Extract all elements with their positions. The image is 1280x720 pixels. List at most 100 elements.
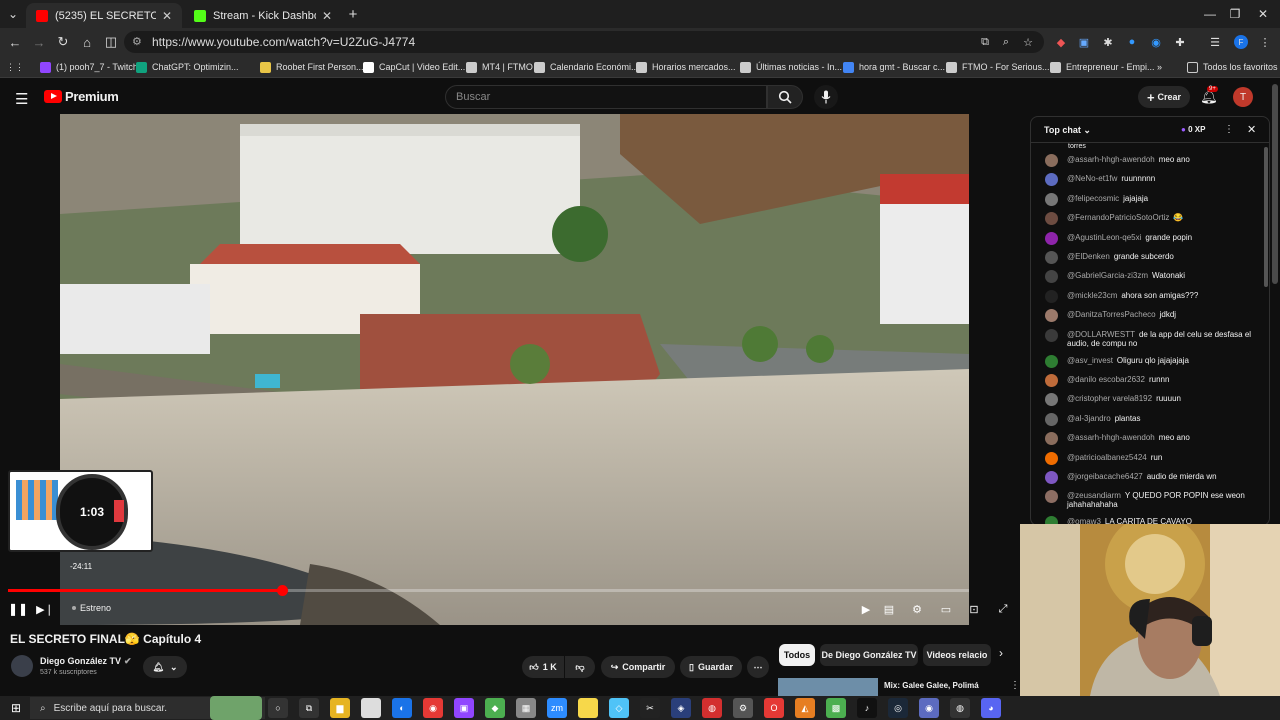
voice-search-button[interactable] (814, 85, 838, 109)
install-app-icon[interactable]: ⧉ (974, 31, 996, 53)
widgets-icon[interactable]: ⧉ (299, 698, 319, 718)
tiktok-icon[interactable]: ♪ (857, 698, 877, 718)
chat-message[interactable]: @DOLLARWESTT de la app del celu se desfas… (1045, 328, 1260, 348)
chat-message[interactable]: @GabrielGarcia-zi3zm Watonaki (1045, 270, 1260, 289)
all-bookmarks[interactable]: Todos los favoritos (1187, 57, 1278, 77)
close-tab-icon[interactable]: ✕ (162, 9, 172, 23)
app-icon[interactable]: ▦ (516, 698, 536, 718)
home-icon[interactable]: ⌂ (75, 28, 99, 56)
rec-tab-all[interactable]: Todos (779, 644, 815, 666)
pause-icon[interactable]: ❚❚ (8, 599, 28, 619)
discord-icon[interactable]: ◕ (981, 698, 1001, 718)
app-icon[interactable]: ◈ (671, 698, 691, 718)
bookmark-star-icon[interactable]: ☆ (1017, 31, 1039, 53)
settings-icon[interactable]: ⚙ (733, 698, 753, 718)
back-icon[interactable]: ← (3, 28, 27, 56)
chat-message[interactable]: @assarh-hhgh-awendoh meo ano (1045, 154, 1260, 173)
chat-message[interactable]: @zeusandiarm Y QUEDO POR POPIN ese weon j… (1045, 490, 1260, 509)
autoplay-icon[interactable]: ▶ (858, 599, 874, 619)
extension-icon[interactable]: ◆ (1050, 31, 1072, 53)
extension-icon[interactable]: ✱ (1097, 31, 1119, 53)
zoom-icon[interactable]: zm (547, 698, 567, 718)
rec-thumbnail[interactable] (778, 678, 878, 696)
task-view-icon[interactable]: ○ (268, 698, 288, 718)
opera-icon[interactable]: O (764, 698, 784, 718)
bookmark-item[interactable]: Roobet First Person... (260, 57, 364, 77)
chat-message[interactable]: @felipecosmic jajajaja (1045, 192, 1260, 212)
chat-close-icon[interactable]: ✕ (1247, 123, 1256, 136)
youtube-logo[interactable]: Premium (44, 89, 119, 104)
chat-message[interactable]: @patricioalbanez5424 run (1045, 451, 1260, 471)
bookmark-item[interactable]: Horarios mercados... (636, 57, 736, 77)
video-player[interactable] (60, 114, 969, 625)
bookmark-item[interactable]: ChatGPT: Optimizin... (136, 57, 239, 77)
chat-message[interactable]: @mickle23cm ahora son amigas??? (1045, 289, 1260, 309)
search-input[interactable]: Buscar (445, 85, 767, 109)
channel-name[interactable]: Diego González TV ✔︎ (40, 656, 132, 667)
miniplayer-icon[interactable]: ▭ (938, 599, 954, 619)
zoom-icon[interactable]: ⌕ (995, 31, 1017, 53)
bookmark-item[interactable]: (1) pooh7_7 - Twitch (40, 57, 138, 77)
subtitles-icon[interactable]: ▤ (881, 599, 897, 619)
tab-youtube[interactable]: (5235) EL SECRETO FINAL🫣 Cap ✕ (26, 3, 182, 28)
cast-icon[interactable]: ⊡ (966, 599, 982, 619)
chat-message[interactable]: @DanitzaTorresPacheco jdkdj (1045, 309, 1260, 328)
extension-icon[interactable]: ◉ (1145, 31, 1167, 53)
save-button[interactable]: ▯ Guardar (680, 656, 742, 678)
app-icon[interactable]: ◭ (795, 698, 815, 718)
chat-message[interactable]: @cristopher varela8192 ruuuun (1045, 393, 1260, 412)
chevron-right-icon[interactable]: › (999, 646, 1003, 660)
dislike-button[interactable]: 👎︎ (565, 656, 595, 678)
create-button[interactable]: + Crear (1138, 86, 1190, 108)
steam-icon[interactable]: ◎ (888, 698, 908, 718)
twitch-icon[interactable]: ▣ (454, 698, 474, 718)
app-icon[interactable]: ◇ (609, 698, 629, 718)
tab-kick[interactable]: Stream - Kick Dashboard ✕ (184, 3, 342, 28)
more-actions-icon[interactable]: ⋯ (747, 656, 769, 678)
bookmark-item[interactable]: Últimas noticias - In... (740, 57, 842, 77)
translate-extension-icon[interactable]: ▣ (1073, 31, 1095, 53)
browser-menu-icon[interactable]: ⋮ (1254, 31, 1276, 53)
split-view-icon[interactable]: ◫ (99, 28, 123, 56)
chat-message[interactable]: @jorgeibacache6427 audio de mierda wn (1045, 471, 1260, 490)
fullscreen-icon[interactable]: ⤢ (995, 599, 1011, 619)
file-explorer-icon[interactable]: ▆ (330, 698, 350, 718)
chat-message[interactable]: @NeNo-et1fw ruunnnnn (1045, 173, 1260, 192)
sticky-notes-icon[interactable] (578, 698, 598, 718)
bookmark-item[interactable]: Calendario Económi... (534, 57, 639, 77)
chat-message[interactable]: @danilo escobar2632 runnn (1045, 374, 1260, 393)
progress-scrubber[interactable] (276, 585, 288, 596)
profile-avatar[interactable]: F (1230, 31, 1252, 53)
rec-tab-related[interactable]: Videos relacio (923, 644, 991, 666)
rec-more-icon[interactable]: ⋮ (1010, 680, 1020, 691)
channel-avatar[interactable] (11, 655, 33, 677)
minecraft-icon[interactable]: ▩ (826, 698, 846, 718)
reload-icon[interactable]: ↻ (51, 28, 75, 56)
search-button[interactable] (767, 85, 803, 109)
chat-message[interactable]: @al-3jandro plantas (1045, 412, 1260, 432)
xp-badge[interactable]: ● 0 XP (1181, 125, 1205, 134)
address-bar[interactable]: ⚙ https://www.youtube.com/watch?v=U2ZuG-… (124, 31, 1044, 53)
chat-message[interactable]: @assarh-hhgh-awendoh meo ano (1045, 432, 1260, 451)
next-icon[interactable]: ▶❘ (36, 599, 54, 619)
chat-message[interactable]: @ElDenken grande subcerdo (1045, 251, 1260, 270)
bookmark-item[interactable]: MT4 | FTMO (466, 57, 533, 77)
like-button[interactable]: 👍︎ 1 K (522, 656, 564, 678)
chat-scrollbar[interactable] (1264, 147, 1268, 287)
site-info-icon[interactable]: ⚙ (132, 35, 142, 48)
bookmark-item[interactable]: FTMO - For Serious... (946, 57, 1050, 77)
windows-start-icon[interactable]: ⊞ (6, 698, 26, 718)
subscribed-bell-button[interactable]: 🔔︎ ⌄ (143, 656, 187, 678)
edge-icon[interactable]: ◐ (392, 698, 412, 718)
more-bookmarks-icon[interactable]: » (1157, 57, 1162, 77)
chat-menu-icon[interactable]: ⋮ (1224, 124, 1234, 135)
apps-icon[interactable]: ⋮⋮ (6, 57, 24, 77)
rec-title[interactable]: Mix: Galee Galee, Polimá (884, 681, 979, 690)
tab-search-button[interactable]: ⌄ (2, 0, 24, 28)
chat-message[interactable]: @asv_invest Oliguru qlo jajajajaja (1045, 354, 1260, 374)
capcut-icon[interactable]: ✂ (640, 698, 660, 718)
obs-icon[interactable]: ◍ (950, 698, 970, 718)
bookmark-item[interactable]: Entrepreneur - Empi... (1050, 57, 1155, 77)
app-icon[interactable]: ◉ (919, 698, 939, 718)
bookmark-item[interactable]: hora gmt - Buscar c... (843, 57, 945, 77)
